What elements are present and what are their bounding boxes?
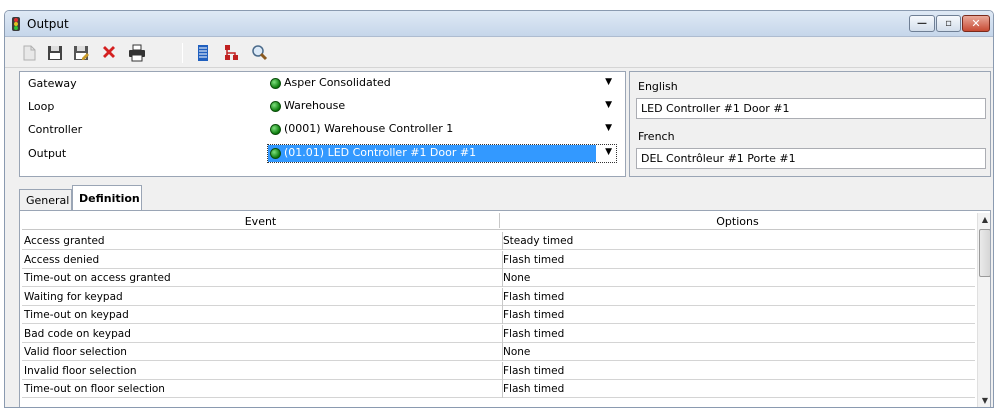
window-title: Output: [27, 17, 69, 31]
close-icon: ✕: [971, 17, 981, 30]
output-value: (01.01) LED Controller #1 Door #1: [268, 145, 596, 162]
maximize-button[interactable]: ▫: [936, 15, 961, 32]
event-cell: Waiting for keypad: [24, 290, 123, 303]
minimize-button[interactable]: —: [909, 15, 935, 32]
scroll-up-icon[interactable]: ▲: [978, 213, 990, 227]
table-row[interactable]: Access denied Flash timed: [22, 250, 975, 269]
option-cell[interactable]: Flash timed: [503, 291, 564, 303]
french-name-field[interactable]: DEL Contrôleur #1 Porte #1: [636, 148, 986, 169]
english-label: English: [638, 80, 678, 93]
maximize-icon: ▫: [945, 18, 952, 29]
option-cell[interactable]: Steady timed: [503, 235, 573, 247]
chevron-down-icon[interactable]: ▼: [605, 100, 612, 110]
output-label: Output: [28, 147, 67, 160]
new-document-icon[interactable]: [19, 43, 39, 63]
event-cell: Time-out on floor selection: [24, 383, 165, 395]
controller-label: Controller: [28, 123, 83, 136]
table-row[interactable]: Time-out on keypad Flash timed: [22, 306, 975, 324]
chevron-down-icon[interactable]: ▼: [605, 123, 612, 133]
tab-general[interactable]: General: [19, 189, 72, 211]
output-select[interactable]: (01.01) LED Controller #1 Door #1 ▼: [267, 144, 617, 163]
option-cell[interactable]: Flash timed: [503, 383, 564, 395]
scroll-down-icon[interactable]: ▼: [978, 394, 990, 407]
vertical-scrollbar[interactable]: ▲ ▼: [977, 213, 990, 407]
loop-value: Warehouse: [284, 99, 346, 112]
table-row[interactable]: Access granted Steady timed: [22, 232, 975, 250]
printer-icon[interactable]: [127, 43, 147, 63]
table-row[interactable]: Time-out on access granted None: [22, 269, 975, 287]
event-cell: Time-out on keypad: [24, 309, 129, 321]
event-cell: Access denied: [24, 253, 100, 266]
gateway-value: Asper Consolidated: [284, 76, 391, 89]
table-row[interactable]: Valid floor selection None: [22, 343, 975, 361]
toolbar-separator: [182, 43, 183, 63]
grid-header: Event Options: [22, 213, 975, 230]
red-x-icon[interactable]: [99, 43, 119, 63]
option-cell[interactable]: None: [503, 272, 530, 284]
floppy-disk-icon[interactable]: [45, 43, 65, 63]
definition-grid: Event Options Access granted Steady timed…: [19, 210, 991, 407]
chevron-down-icon[interactable]: ▼: [605, 77, 612, 87]
event-cell: Access granted: [24, 235, 105, 247]
output-row: Output (01.01) LED Controller #1 Door #1…: [20, 142, 625, 165]
floppy-disk-edit-icon[interactable]: [71, 43, 91, 63]
chevron-down-icon[interactable]: ▼: [605, 147, 612, 157]
option-cell[interactable]: Flash timed: [503, 309, 564, 321]
english-name-field[interactable]: LED Controller #1 Door #1: [636, 98, 986, 119]
title-bar[interactable]: Output — ▫ ✕: [5, 11, 993, 37]
gateway-select[interactable]: Asper Consolidated ▼: [267, 74, 617, 93]
column-header-event[interactable]: Event: [22, 213, 500, 228]
loop-row: Loop Warehouse ▼: [20, 95, 625, 118]
list-icon[interactable]: [193, 43, 213, 63]
minimize-icon: —: [917, 18, 927, 29]
table-row[interactable]: Invalid floor selection Flash timed: [22, 361, 975, 380]
close-button[interactable]: ✕: [962, 15, 990, 32]
event-cell: Invalid floor selection: [24, 364, 137, 377]
scroll-thumb[interactable]: [979, 229, 990, 277]
controller-row: Controller (0001) Warehouse Controller 1…: [20, 118, 625, 141]
controller-value: (0001) Warehouse Controller 1: [284, 122, 454, 135]
event-cell: Bad code on keypad: [24, 327, 131, 340]
status-dot-icon: [270, 148, 281, 159]
hierarchy-icon[interactable]: [221, 43, 241, 63]
traffic-light-icon: [12, 17, 20, 31]
controller-select[interactable]: (0001) Warehouse Controller 1 ▼: [267, 120, 617, 139]
loop-label: Loop: [28, 100, 55, 113]
option-cell[interactable]: None: [503, 346, 530, 358]
event-cell: Time-out on access granted: [24, 272, 171, 284]
toolbar: [5, 38, 993, 68]
table-row[interactable]: Waiting for keypad Flash timed: [22, 287, 975, 306]
option-cell[interactable]: Flash timed: [503, 365, 564, 377]
magnifier-icon[interactable]: [249, 43, 269, 63]
selection-panel: Gateway Asper Consolidated ▼ Loop Wareho…: [19, 71, 626, 177]
event-cell: Valid floor selection: [24, 346, 127, 358]
loop-select[interactable]: Warehouse ▼: [267, 97, 617, 116]
french-label: French: [638, 130, 675, 143]
gateway-row: Gateway Asper Consolidated ▼: [20, 72, 625, 95]
gateway-label: Gateway: [28, 77, 77, 90]
tab-definition[interactable]: Definition: [72, 185, 142, 211]
language-panel: English LED Controller #1 Door #1 French…: [629, 71, 991, 177]
table-row[interactable]: Time-out on floor selection Flash timed: [22, 380, 975, 398]
option-cell[interactable]: Flash timed: [503, 254, 564, 266]
column-header-options[interactable]: Options: [500, 215, 975, 228]
option-cell[interactable]: Flash timed: [503, 328, 564, 340]
table-row[interactable]: Bad code on keypad Flash timed: [22, 324, 975, 343]
output-window: Output — ▫ ✕ Gateway Asper Consolidated …: [4, 10, 994, 408]
